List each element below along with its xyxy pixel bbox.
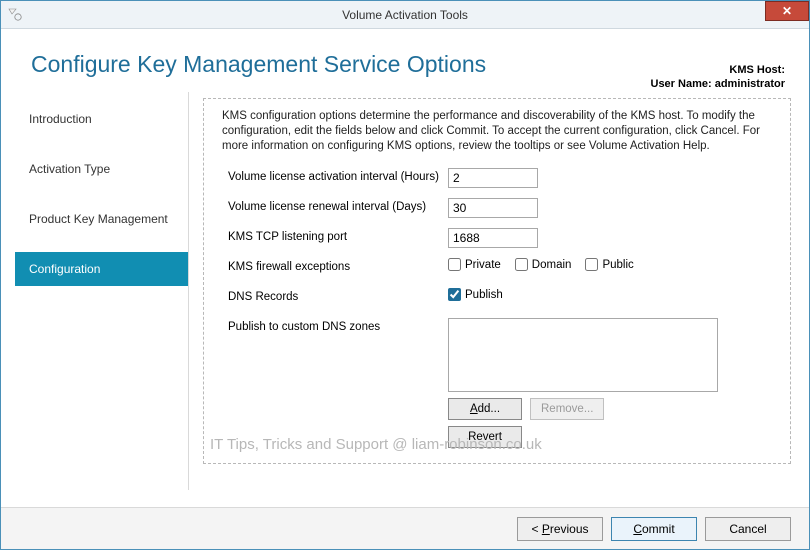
close-button[interactable]: ✕	[765, 1, 809, 21]
chevron-left-icon: <	[531, 522, 541, 536]
remove-button[interactable]: Remove...	[530, 398, 604, 420]
window-title: Volume Activation Tools	[1, 8, 809, 22]
sidebar-item-activation-type[interactable]: Activation Type	[15, 152, 188, 186]
firewall-domain-label: Domain	[532, 259, 572, 271]
add-button[interactable]: Add...	[448, 398, 522, 420]
revert-button[interactable]: Revert	[448, 426, 522, 448]
firewall-domain-checkbox[interactable]: Domain	[515, 258, 572, 271]
header-meta: KMS Host: User Name: administrator	[651, 63, 786, 91]
commit-button[interactable]: Commit	[611, 517, 697, 541]
user-label: User Name:	[651, 78, 712, 90]
firewall-private-input[interactable]	[448, 258, 461, 271]
titlebar: Volume Activation Tools ✕	[1, 1, 809, 29]
firewall-private-checkbox[interactable]: Private	[448, 258, 501, 271]
sidebar-item-label: Introduction	[29, 112, 92, 126]
sidebar: Introduction Activation Type Product Key…	[15, 92, 189, 490]
firewall-private-label: Private	[465, 259, 501, 271]
sidebar-item-configuration[interactable]: Configuration	[15, 252, 188, 286]
firewall-public-checkbox[interactable]: Public	[585, 258, 633, 271]
previous-button[interactable]: < Previous	[517, 517, 603, 541]
dns-publish-input[interactable]	[448, 288, 461, 301]
sidebar-item-label: Product Key Management	[29, 212, 168, 226]
activation-interval-input[interactable]	[448, 168, 538, 188]
renewal-interval-label: Volume license renewal interval (Days)	[228, 198, 448, 213]
user-value: administrator	[715, 78, 785, 90]
custom-zones-label: Publish to custom DNS zones	[228, 318, 448, 333]
tcp-port-input[interactable]	[448, 228, 538, 248]
dns-publish-checkbox[interactable]: Publish	[448, 288, 503, 301]
dns-label: DNS Records	[228, 288, 448, 303]
main-area: KMS configuration options determine the …	[189, 92, 809, 490]
firewall-domain-input[interactable]	[515, 258, 528, 271]
firewall-public-label: Public	[602, 259, 633, 271]
custom-zones-list[interactable]	[448, 318, 718, 392]
config-panel: KMS configuration options determine the …	[203, 98, 791, 464]
add-button-rest: dd...	[478, 403, 500, 415]
sidebar-item-label: Configuration	[29, 262, 100, 276]
activation-interval-label: Volume license activation interval (Hour…	[228, 168, 448, 183]
wizard-footer: < Previous Commit Cancel	[1, 507, 809, 549]
body: Introduction Activation Type Product Key…	[1, 92, 809, 490]
firewall-label: KMS firewall exceptions	[228, 258, 448, 273]
intro-text: KMS configuration options determine the …	[222, 109, 772, 154]
app-icon	[7, 7, 23, 23]
window-frame: Volume Activation Tools ✕ Configure Key …	[0, 0, 810, 550]
kms-host-label: KMS Host:	[729, 64, 785, 76]
cancel-button[interactable]: Cancel	[705, 517, 791, 541]
renewal-interval-input[interactable]	[448, 198, 538, 218]
dns-publish-label: Publish	[465, 289, 503, 301]
sidebar-item-product-key-management[interactable]: Product Key Management	[15, 202, 188, 236]
firewall-public-input[interactable]	[585, 258, 598, 271]
form-table: Volume license activation interval (Hour…	[228, 168, 772, 448]
sidebar-item-introduction[interactable]: Introduction	[15, 102, 188, 136]
sidebar-item-label: Activation Type	[29, 162, 110, 176]
close-icon: ✕	[782, 4, 792, 18]
page-header: Configure Key Management Service Options…	[1, 29, 809, 92]
tcp-port-label: KMS TCP listening port	[228, 228, 448, 243]
